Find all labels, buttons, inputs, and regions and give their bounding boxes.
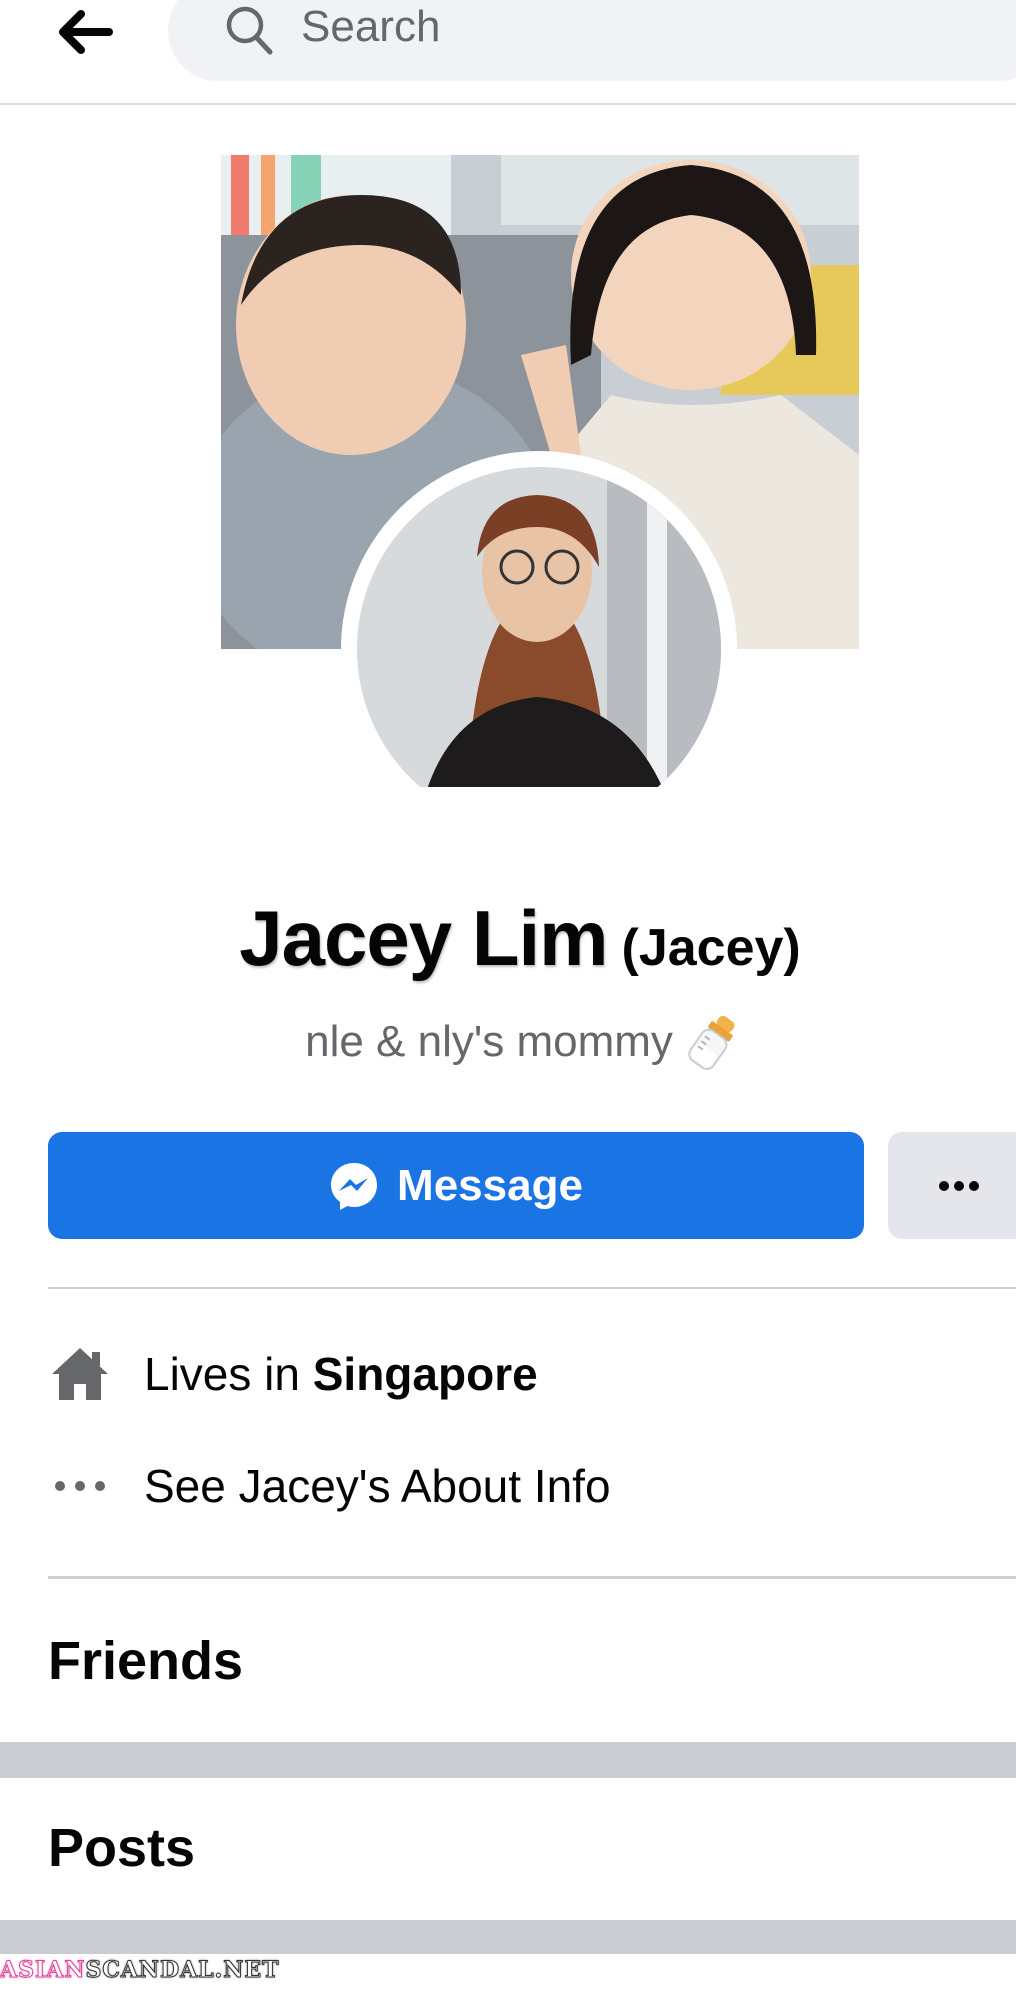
divider	[48, 1287, 1016, 1289]
profile-bio: nle & nly's mommy	[305, 1017, 673, 1066]
posts-section-title[interactable]: Posts	[48, 1817, 195, 1879]
search-placeholder: Search	[301, 2, 441, 51]
about-info-link[interactable]: See Jacey's About Info	[144, 1459, 611, 1513]
search-icon	[226, 6, 273, 55]
lives-in-row: Lives in Singapore	[48, 1334, 1016, 1414]
watermark-part2: SCANDAL.NET	[85, 1957, 280, 1984]
friends-section-title[interactable]: Friends	[48, 1630, 243, 1692]
section-separator	[0, 1920, 1016, 1954]
about-info-row[interactable]: See Jacey's About Info	[48, 1446, 1016, 1526]
more-dots-icon	[939, 1180, 979, 1191]
profile-bio-row: nle & nly's mommy	[0, 1010, 1016, 1074]
back-button[interactable]	[50, 2, 120, 62]
arrow-left-icon	[59, 10, 113, 54]
messenger-icon	[331, 1162, 378, 1210]
divider	[48, 1576, 1016, 1579]
message-label: Message	[397, 1160, 583, 1210]
more-dots-icon	[48, 1454, 112, 1518]
more-options-button[interactable]	[888, 1132, 1016, 1239]
top-bar: Search	[0, 0, 1016, 105]
lives-in-prefix: Lives in	[144, 1348, 313, 1400]
message-button[interactable]: Message	[48, 1132, 864, 1239]
lives-in-text: Lives in Singapore	[144, 1347, 538, 1401]
watermark: ASIAN SCANDAL.NET	[0, 1956, 280, 1984]
lives-in-city: Singapore	[312, 1348, 538, 1400]
home-icon	[48, 1342, 112, 1406]
avatar-mask	[0, 787, 1016, 907]
search-input[interactable]: Search	[168, 0, 1016, 81]
section-separator	[0, 1742, 1016, 1778]
profile-name-row: Jacey Lim (Jacey)	[0, 893, 1016, 1003]
profile-name: Jacey Lim	[239, 894, 608, 982]
baby-bottle-icon	[688, 1015, 735, 1071]
profile-nickname: (Jacey)	[621, 919, 801, 977]
watermark-part1: ASIAN	[0, 1957, 86, 1984]
profile-picture[interactable]	[357, 467, 721, 831]
